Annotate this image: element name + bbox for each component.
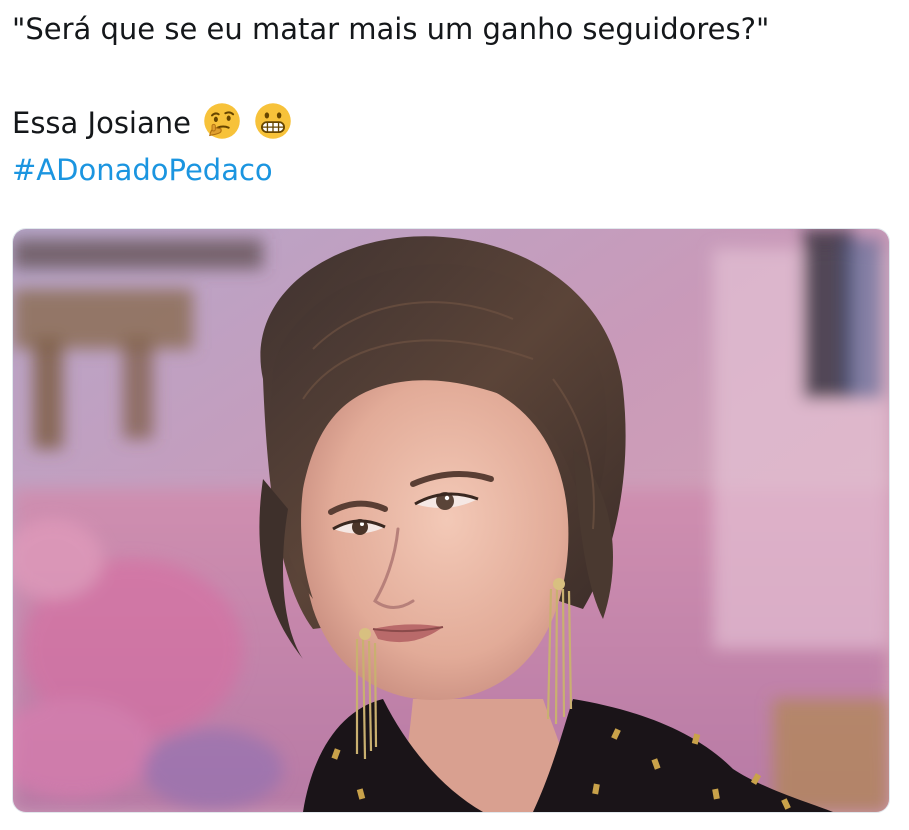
tweet-quote-line: "Será que se eu matar mais um ganho segu…: [12, 12, 770, 46]
photo-image: [13, 229, 889, 812]
thinking-face-icon: [202, 101, 242, 141]
tweet-photo[interactable]: [12, 228, 890, 813]
grimacing-face-icon: [253, 101, 293, 141]
tweet-body-text: Essa Josiane: [12, 106, 191, 140]
line-spacer: [12, 53, 892, 100]
tweet-text: "Será que se eu matar mais um ganho segu…: [12, 6, 892, 194]
tweet-body-line: Essa Josiane: [12, 100, 892, 147]
hashtag-link[interactable]: #ADonadoPedaco: [12, 147, 892, 194]
